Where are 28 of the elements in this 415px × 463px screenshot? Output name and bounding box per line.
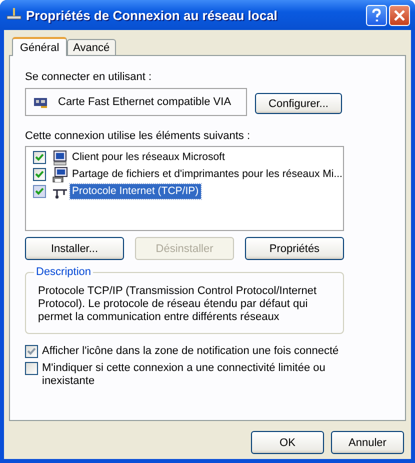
configure-button[interactable]: Configurer... [255,93,342,114]
help-button[interactable] [366,4,387,26]
component-name[interactable]: Client pour les réseaux Microsoft [70,150,227,165]
tab[interactable]: Avancé [67,39,116,55]
close-button[interactable] [389,4,410,26]
checkbox[interactable] [33,168,46,181]
checkbox[interactable] [25,345,38,358]
section-label: Cette connexion utilise les éléments suivants : [25,129,252,143]
checkbox[interactable] [25,362,38,375]
option-label: M'indiquer si cette connexion a une connectivité limitée ou inexistante [42,362,326,388]
description-text: Protocole TCP/IP (Transmission Control Protocol/Internet Protocol). Le protocole de réseau étendu par défaut qui permet la communication entre différents réseaux [38,285,318,324]
network-card-icon [33,95,49,109]
computer-printer-icon [52,166,68,182]
tab[interactable]: Général [12,37,68,56]
adapter-name: Carte Fast Ethernet compatible VIA [58,96,232,108]
group-title: Description [34,265,94,279]
computer-icon [52,150,68,166]
action-button[interactable]: Propriétés [245,237,344,260]
action-button[interactable]: Installer... [25,237,124,260]
component-name[interactable]: Protocole Internet (TCP/IP) [70,184,201,199]
dialog-button[interactable]: Annuler [331,431,404,454]
checkbox[interactable] [33,185,46,198]
checkbox[interactable] [33,151,46,164]
component-name[interactable]: Partage de fichiers et d'imprimantes pour les réseaux Mi... [70,167,344,182]
window-title: Propriétés de Connexion au réseau local [26,8,278,22]
section-label: Se connecter en utilisant : [25,70,153,84]
option-label: Afficher l'icône dans la zone de notification une fois connecté [42,345,340,358]
dialog-button[interactable]: OK [251,431,324,454]
